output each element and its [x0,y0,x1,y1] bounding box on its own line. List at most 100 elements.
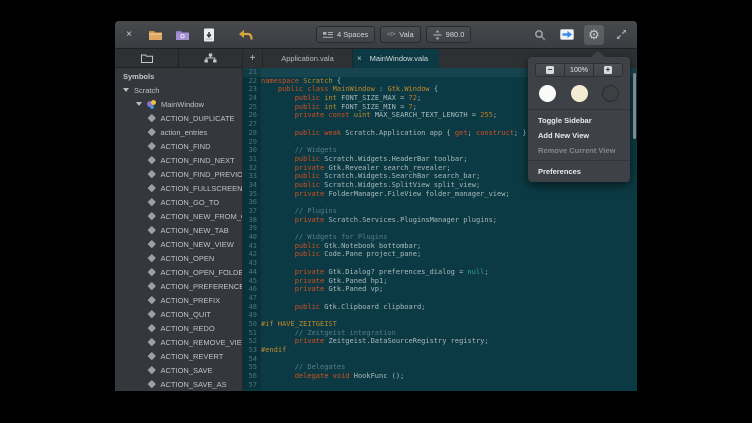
expander-icon[interactable] [136,102,142,106]
tree-item-label: ACTION_SAVE [161,366,213,375]
line-number: 51 [243,329,261,338]
zoom-out-button[interactable]: − [536,64,564,76]
folder-icon [141,54,153,63]
search-button[interactable] [530,25,550,45]
sidebar: Symbols ScratchMainWindowACTION_DUPLICAT… [115,49,243,391]
desktop-stage: × [0,0,752,423]
menu-separator [528,109,630,110]
line-number: 24 [243,94,261,103]
hierarchy-icon [204,53,217,63]
tab-mainwindow-vala[interactable]: × MainWindow.vala [353,49,439,68]
symbols-view-button[interactable] [179,49,242,67]
member-icon [148,226,156,234]
goto-line-button[interactable]: 980.0 [426,26,472,43]
code-line: 53#endif [243,346,637,355]
member-icon [148,198,156,206]
code-line: 43 [243,259,637,268]
menu-item-add-new-view[interactable]: Add New View [528,128,630,143]
headerbar-right-tools: ⚙ [530,25,631,45]
sidebar-tree-item[interactable]: ACTION_NEW_TAB [115,223,242,237]
sidebar-tree-item[interactable]: ACTION_GO_TO [115,195,242,209]
sidebar-tree-item[interactable]: Scratch [115,83,242,97]
code-line: 34 public Scratch.Widgets.SplitView spli… [243,181,637,190]
member-icon [148,128,156,136]
sidebar-tree-item[interactable]: action_entries [115,125,242,139]
color-scheme-row [539,85,619,102]
sidebar-tree-item[interactable]: ACTION_FIND_NEXT [115,153,242,167]
tree-item-label: ACTION_FIND [161,142,211,151]
templates-folder-icon [175,29,190,41]
sidebar-tree-item[interactable]: ACTION_PREFIX [115,293,242,307]
zoom-in-button[interactable]: + [593,64,622,76]
scheme-light-button[interactable] [539,85,556,102]
gear-icon: ⚙ [588,28,600,41]
line-number: 46 [243,285,261,294]
member-icon [148,114,156,122]
sidebar-tree-item[interactable]: ACTION_NEW_FROM_CLIPBOARD [115,209,242,223]
scheme-sepia-button[interactable] [571,85,588,102]
line-number: 54 [243,355,261,364]
sidebar-tree-item[interactable]: ACTION_FULLSCREEN [115,181,242,195]
expander-icon[interactable] [123,88,129,92]
templates-folder-button[interactable] [173,26,191,44]
indent-width-button[interactable]: 4 Spaces [316,26,375,43]
editor-scrollbar[interactable] [633,73,636,139]
tree-item-label: ACTION_PREFERENCES [161,282,243,291]
code-line: 46 private Gtk.Paned vp; [243,285,637,294]
sidebar-tree-item[interactable]: ACTION_REDO [115,321,242,335]
undo-icon [238,29,253,41]
code-line: 47 [243,294,637,303]
sidebar-tree-item[interactable]: ACTION_REVERT [115,349,242,363]
undo-button[interactable] [236,26,254,44]
sidebar-tree-item[interactable]: ACTION_REMOVE_VIEW [115,335,242,349]
new-tab-button[interactable]: + [243,49,263,68]
tree-item-label: ACTION_OPEN_FOLDER [161,268,243,277]
share-button[interactable] [557,25,577,45]
code-line: 42 public Code.Pane project_pane; [243,250,637,259]
line-number: 34 [243,181,261,190]
menu-item-preferences[interactable]: Preferences [528,164,630,179]
zoom-in-icon: + [604,66,612,74]
line-number: 25 [243,103,261,112]
save-as-icon [203,28,215,42]
line-number: 31 [243,155,261,164]
sidebar-tree-item[interactable]: ACTION_PREFERENCES [115,279,242,293]
code-line: 40 // Widgets for Plugins [243,233,637,242]
headerbar: × [115,21,637,49]
sidebar-tree-item[interactable]: ACTION_OPEN_FOLDER [115,265,242,279]
indent-icon [323,31,333,39]
tab-application-vala[interactable]: Application.vala [263,49,353,68]
tree-item-label: MainWindow [161,100,204,109]
tree-item-label: ACTION_REVERT [161,352,224,361]
member-icon [148,142,156,150]
tab-label: Application.vala [281,54,334,63]
sidebar-tree-item[interactable]: ACTION_DUPLICATE [115,111,242,125]
sidebar-tree-item[interactable]: ACTION_NEW_VIEW [115,237,242,251]
line-number: 35 [243,190,261,199]
sidebar-tree-item[interactable]: ACTION_FIND_PREVIOUS [115,167,242,181]
sidebar-tree-item[interactable]: ACTION_FIND [115,139,242,153]
tab-label: MainWindow.vala [370,54,428,63]
open-folder-button[interactable] [146,26,164,44]
tab-close-icon[interactable]: × [357,54,362,63]
member-icon [148,156,156,164]
window-close-icon[interactable]: × [121,27,137,43]
menu-item-toggle-sidebar[interactable]: Toggle Sidebar [528,113,630,128]
files-view-button[interactable] [115,49,179,67]
gear-menu-button[interactable]: ⚙ [584,25,604,45]
language-button[interactable]: </> Vala [380,26,420,43]
fullscreen-button[interactable] [611,25,631,45]
sidebar-tree-item[interactable]: ACTION_SAVE [115,363,242,377]
menu-item-remove-current-view: Remove Current View [528,143,630,158]
code-line: 52 private Zeitgeist.DataSourceRegistry … [243,337,637,346]
scheme-dark-button[interactable] [602,85,619,102]
sidebar-tree-item[interactable]: ACTION_SAVE_AS [115,377,242,391]
tree-item-label: ACTION_PREFIX [161,296,221,305]
line-number: 40 [243,233,261,242]
save-as-button[interactable] [200,26,218,44]
line-number: 47 [243,294,261,303]
sidebar-tree-item[interactable]: MainWindow [115,97,242,111]
sidebar-tree-item[interactable]: ACTION_OPEN [115,251,242,265]
member-icon [148,352,156,360]
sidebar-tree-item[interactable]: ACTION_QUIT [115,307,242,321]
